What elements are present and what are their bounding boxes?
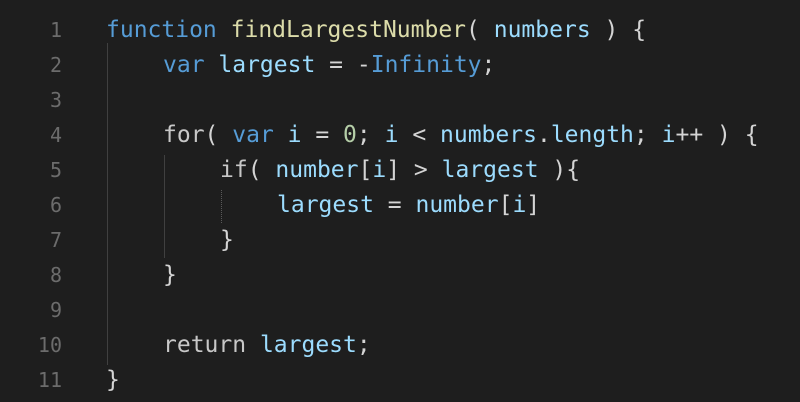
code-token: <	[398, 122, 441, 148]
line-number: 4	[49, 123, 62, 147]
code-token: =	[315, 52, 357, 78]
code-line-11[interactable]: 11}	[0, 363, 800, 398]
code-token: function	[106, 17, 231, 43]
code-line-10[interactable]: 10 return largest;	[0, 328, 800, 363]
code-token: return	[163, 332, 260, 358]
code-token: ]	[526, 192, 541, 218]
line-number: 10	[37, 333, 62, 357]
code-text: if( number[i] > largest ){	[220, 153, 580, 188]
code-token: 0	[343, 122, 357, 148]
code-token: Infinity	[370, 52, 482, 78]
code-token: }	[163, 262, 177, 288]
line-number: 8	[49, 263, 62, 287]
code-text: return largest;	[163, 328, 371, 363]
code-token: ++ ) {	[675, 122, 759, 148]
code-token: largest	[218, 52, 316, 78]
code-token: i	[384, 122, 399, 148]
code-token: length	[550, 122, 634, 148]
code-text: }	[163, 258, 177, 293]
code-text: largest = number[i]	[277, 188, 540, 223]
code-token: number	[415, 192, 499, 218]
code-line-6[interactable]: 6 largest = number[i]	[0, 188, 800, 223]
code-token: i	[372, 157, 387, 183]
code-token: }	[106, 367, 120, 393]
code-line-4[interactable]: 4 for( var i = 0; i < numbers.length; i++…	[0, 118, 800, 153]
code-token: largest	[259, 332, 357, 358]
code-token: [	[358, 157, 373, 183]
code-token: for	[163, 122, 205, 148]
code-token: ;	[356, 332, 371, 358]
code-token: -	[356, 52, 371, 78]
code-token: i	[661, 122, 676, 148]
line-number: 7	[49, 228, 62, 252]
code-token: .	[536, 122, 551, 148]
code-text: for( var i = 0; i < numbers.length; i++ …	[163, 118, 759, 153]
code-token: }	[220, 227, 234, 253]
code-line-1[interactable]: 1 function findLargestNumber( numbers ) {	[0, 13, 800, 48]
code-text: }	[106, 363, 120, 398]
code-editor[interactable]: 1 function findLargestNumber( numbers ) {…	[0, 0, 800, 402]
code-line-9[interactable]: 9	[0, 293, 800, 328]
code-token: findLargestNumber	[230, 17, 467, 43]
code-line-7[interactable]: 7}	[0, 223, 800, 258]
code-token: =	[373, 192, 416, 218]
code-line-2[interactable]: 2 var largest = -Infinity;	[0, 48, 800, 83]
code-token: (	[204, 122, 233, 148]
line-number: 9	[49, 298, 62, 322]
line-number: 5	[49, 158, 62, 182]
code-token: ) {	[590, 17, 647, 43]
code-line-3[interactable]: 3	[0, 83, 800, 118]
line-number: 1	[49, 18, 62, 42]
code-token: ){	[538, 157, 581, 183]
code-token: if	[220, 157, 248, 183]
code-token: numbers	[493, 17, 591, 43]
code-token: =	[301, 122, 344, 148]
code-line-8[interactable]: 8}	[0, 258, 800, 293]
code-token: numbers	[440, 122, 537, 148]
code-token: i	[287, 122, 302, 148]
code-token: (	[247, 157, 276, 183]
code-token: largest	[277, 192, 374, 218]
code-token: (	[466, 17, 494, 43]
line-number: 3	[49, 88, 62, 112]
line-number: 6	[49, 193, 62, 217]
code-line-5[interactable]: 5 if( number[i] > largest ){	[0, 153, 800, 188]
code-token: ;	[356, 122, 385, 148]
code-token: ] >	[386, 157, 442, 183]
line-number: 2	[49, 53, 62, 77]
code-text: var largest = -Infinity;	[163, 48, 495, 83]
code-token: var	[163, 52, 219, 78]
code-text: }	[220, 223, 234, 258]
line-number: 11	[37, 368, 62, 392]
code-token: var	[232, 122, 288, 148]
code-token: i	[512, 192, 527, 218]
code-token: [	[498, 192, 513, 218]
code-text: function findLargestNumber( numbers ) {	[106, 13, 646, 48]
code-token: ;	[481, 52, 496, 78]
code-token: number	[275, 157, 359, 183]
code-token: ;	[633, 122, 662, 148]
code-token: largest	[441, 157, 539, 183]
